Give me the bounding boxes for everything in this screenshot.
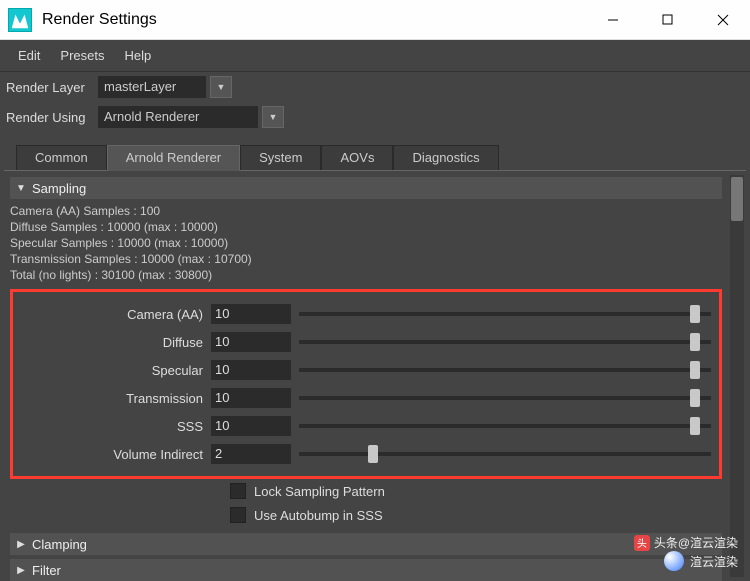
render-layer-label: Render Layer xyxy=(6,80,98,95)
param-transmission-field[interactable]: 10 xyxy=(211,388,291,408)
param-transmission: Transmission 10 xyxy=(15,384,711,412)
param-specular-label: Specular xyxy=(15,363,211,378)
tab-system[interactable]: System xyxy=(240,145,321,171)
param-sss-field[interactable]: 10 xyxy=(211,416,291,436)
param-volume-indirect-slider[interactable] xyxy=(299,444,711,464)
use-autobump-checkbox[interactable] xyxy=(230,507,246,523)
render-using-value[interactable]: Arnold Renderer xyxy=(98,106,258,128)
section-sampling-label: Sampling xyxy=(32,181,86,196)
window-title: Render Settings xyxy=(42,11,585,29)
section-filter-header[interactable]: ▶ Filter xyxy=(10,559,722,581)
section-clamping-header[interactable]: ▶ Clamping xyxy=(10,533,722,555)
sample-info-total: Total (no lights) : 30100 (max : 30800) xyxy=(10,267,722,283)
param-diffuse-label: Diffuse xyxy=(15,335,211,350)
param-volume-indirect: Volume Indirect 2 xyxy=(15,440,711,468)
tab-common[interactable]: Common xyxy=(16,145,107,171)
expand-right-icon: ▶ xyxy=(10,565,32,576)
expand-right-icon: ▶ xyxy=(10,539,32,550)
window-titlebar: Render Settings xyxy=(0,0,750,40)
row-lock-sampling: Lock Sampling Pattern xyxy=(10,479,722,503)
param-camera-aa-field[interactable]: 10 xyxy=(211,304,291,324)
row-use-autobump: Use Autobump in SSS xyxy=(10,503,722,527)
menu-edit[interactable]: Edit xyxy=(10,46,48,65)
param-diffuse-field[interactable]: 10 xyxy=(211,332,291,352)
param-specular: Specular 10 xyxy=(15,356,711,384)
sample-info-transmission: Transmission Samples : 10000 (max : 1070… xyxy=(10,251,722,267)
close-button[interactable] xyxy=(695,0,750,39)
param-volume-indirect-field[interactable]: 2 xyxy=(211,444,291,464)
param-transmission-slider[interactable] xyxy=(299,388,711,408)
param-transmission-label: Transmission xyxy=(15,391,211,406)
section-sampling-header[interactable]: ▼ Sampling xyxy=(10,177,722,199)
render-using-combo[interactable]: Arnold Renderer ▼ xyxy=(98,106,284,128)
sample-info-specular: Specular Samples : 10000 (max : 10000) xyxy=(10,235,722,251)
lock-sampling-checkbox[interactable] xyxy=(230,483,246,499)
maximize-button[interactable] xyxy=(640,0,695,39)
param-diffuse-slider[interactable] xyxy=(299,332,711,352)
param-specular-field[interactable]: 10 xyxy=(211,360,291,380)
menubar: Edit Presets Help xyxy=(0,40,750,72)
param-volume-indirect-label: Volume Indirect xyxy=(15,447,211,462)
menu-presets[interactable]: Presets xyxy=(52,46,112,65)
content-area: ▼ Sampling Camera (AA) Samples : 100 Dif… xyxy=(4,171,728,581)
tab-aovs[interactable]: AOVs xyxy=(321,145,393,171)
render-layer-combo[interactable]: masterLayer ▼ xyxy=(98,76,232,98)
section-filter-label: Filter xyxy=(32,563,61,578)
collapse-down-icon: ▼ xyxy=(10,183,32,194)
param-sss-label: SSS xyxy=(15,419,211,434)
sample-info-diffuse: Diffuse Samples : 10000 (max : 10000) xyxy=(10,219,722,235)
sample-info-camera: Camera (AA) Samples : 100 xyxy=(10,203,722,219)
tab-arnold-renderer[interactable]: Arnold Renderer xyxy=(107,145,240,171)
param-camera-aa: Camera (AA) 10 xyxy=(15,300,711,328)
chevron-down-icon[interactable]: ▼ xyxy=(262,106,284,128)
lock-sampling-label: Lock Sampling Pattern xyxy=(254,484,385,499)
param-sss: SSS 10 xyxy=(15,412,711,440)
param-camera-aa-slider[interactable] xyxy=(299,304,711,324)
param-sss-slider[interactable] xyxy=(299,416,711,436)
scrollbar-thumb[interactable] xyxy=(731,177,743,221)
tab-diagnostics[interactable]: Diagnostics xyxy=(393,145,498,171)
minimize-button[interactable] xyxy=(585,0,640,39)
tabs: Common Arnold Renderer System AOVs Diagn… xyxy=(0,144,750,170)
param-camera-aa-label: Camera (AA) xyxy=(15,307,211,322)
menu-help[interactable]: Help xyxy=(116,46,159,65)
render-using-label: Render Using xyxy=(6,110,98,125)
render-layer-value[interactable]: masterLayer xyxy=(98,76,206,98)
param-diffuse: Diffuse 10 xyxy=(15,328,711,356)
maya-logo-icon xyxy=(8,8,32,32)
chevron-down-icon[interactable]: ▼ xyxy=(210,76,232,98)
highlight-box: Camera (AA) 10 Diffuse 10 Specular 10 xyxy=(10,289,722,479)
section-clamping-label: Clamping xyxy=(32,537,87,552)
param-specular-slider[interactable] xyxy=(299,360,711,380)
vertical-scrollbar[interactable] xyxy=(730,175,744,577)
use-autobump-label: Use Autobump in SSS xyxy=(254,508,383,523)
